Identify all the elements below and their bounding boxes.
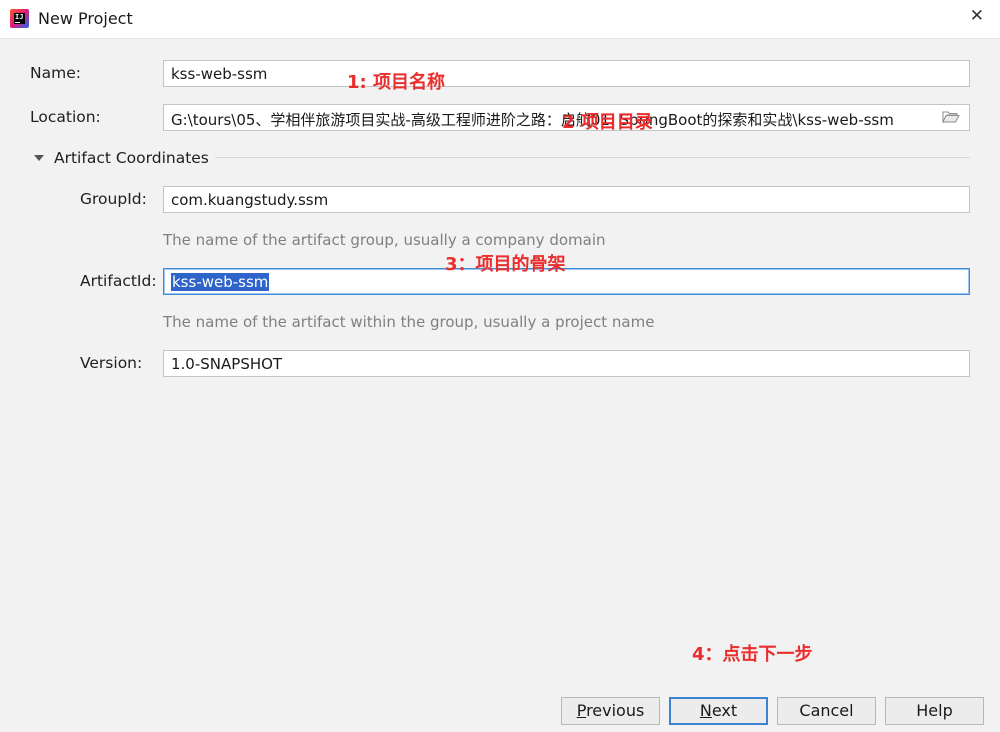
- groupid-hint: The name of the artifact group, usually …: [163, 231, 606, 249]
- previous-button[interactable]: Previous: [561, 697, 660, 725]
- location-value: G:\tours\05、学相伴旅游项目实战-高级工程师进阶之路：启航01. Sp…: [171, 111, 894, 129]
- window-title: New Project: [38, 9, 133, 28]
- next-button[interactable]: Next: [669, 697, 768, 725]
- title-bar: IJ New Project ✕: [0, 0, 1000, 39]
- annotation-1: 1: 项目名称: [347, 72, 445, 93]
- artifactid-label: ArtifactId:: [80, 272, 157, 290]
- cancel-button[interactable]: Cancel: [777, 697, 876, 725]
- groupid-label: GroupId:: [80, 190, 147, 208]
- name-input[interactable]: kss-web-ssm: [163, 60, 970, 87]
- version-input[interactable]: 1.0-SNAPSHOT: [163, 350, 970, 377]
- location-label: Location:: [30, 108, 101, 126]
- triangle-down-icon[interactable]: [34, 155, 44, 161]
- annotation-2: 2 项目目录: [562, 112, 653, 133]
- annotation-4: 4：点击下一步: [692, 644, 813, 665]
- folder-icon[interactable]: [942, 111, 960, 123]
- artifactid-value: kss-web-ssm: [171, 273, 270, 291]
- version-label: Version:: [80, 354, 143, 372]
- artifactid-hint: The name of the artifact within the grou…: [163, 313, 655, 331]
- close-icon[interactable]: ✕: [970, 6, 984, 26]
- groupid-input[interactable]: com.kuangstudy.ssm: [163, 186, 970, 213]
- artifactid-input[interactable]: kss-web-ssm: [163, 268, 970, 295]
- name-label: Name:: [30, 64, 81, 82]
- help-button[interactable]: Help: [885, 697, 984, 725]
- annotation-3: 3：项目的骨架: [445, 254, 566, 275]
- intellij-app-icon: IJ: [10, 9, 29, 28]
- section-separator: [215, 157, 970, 158]
- section-title[interactable]: Artifact Coordinates: [54, 149, 209, 167]
